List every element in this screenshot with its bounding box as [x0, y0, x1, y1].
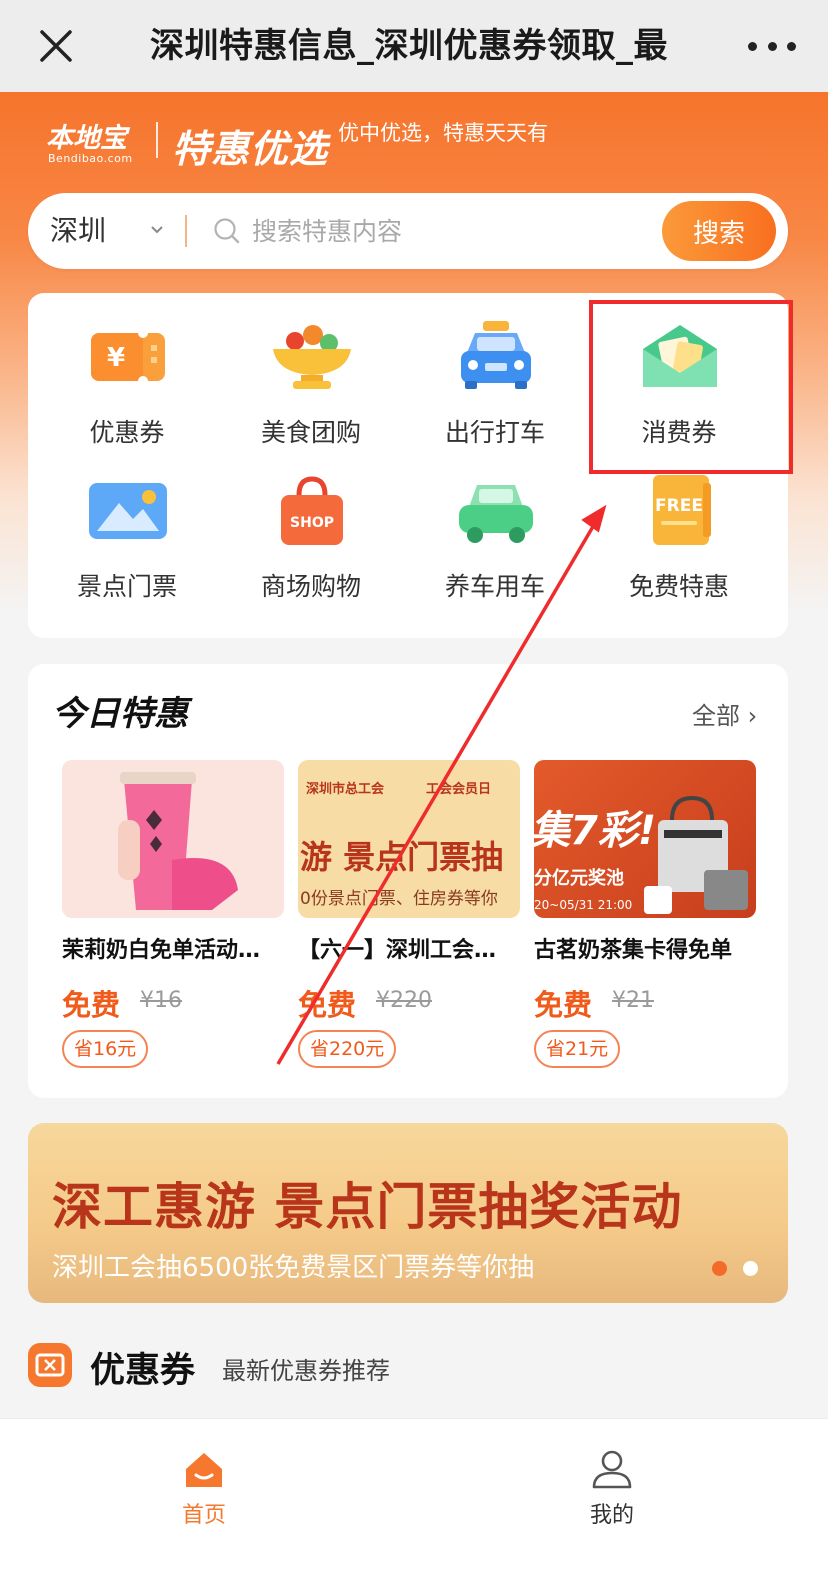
deal-image-text: 游 景点门票抽	[300, 838, 504, 876]
deal-image-text: 0份景点门票、住房券等你	[300, 889, 498, 909]
category-taxi[interactable]: 出行打车	[410, 299, 580, 449]
city-selector[interactable]: 深圳	[50, 211, 106, 251]
taxi-icon	[461, 321, 531, 389]
today-deals-section: 今日特惠 全部 › 茉莉奶白免单活动… 免费 ¥16 省16元 深圳市总工会 工…	[28, 664, 788, 1098]
svg-text:¥: ¥	[107, 343, 125, 373]
deal-image-text: 20~05/31 21:00	[534, 898, 633, 912]
deal-original-price: ¥220	[376, 988, 432, 1013]
milk-tea-cup-icon	[118, 772, 238, 910]
tab-home[interactable]: 首页	[144, 1447, 264, 1537]
deal-original-price: ¥21	[612, 988, 654, 1013]
deal-image-text: 分亿元奖池	[534, 868, 624, 889]
deal-savings-badge: 省220元	[298, 1030, 397, 1068]
deal-savings-badge: 省16元	[62, 1030, 149, 1068]
deal-image-text: 集7彩!	[534, 808, 657, 854]
category-food[interactable]: 美食团购	[226, 299, 396, 449]
search-divider	[185, 215, 187, 247]
search-button[interactable]: 搜索	[662, 201, 776, 261]
category-label: 景点门票	[76, 572, 177, 601]
deal-price: 免费	[534, 988, 593, 1022]
free-icon: FREE	[653, 475, 711, 545]
category-free[interactable]: FREE 免费特惠	[594, 453, 764, 603]
bottom-tab-bar: 首页 我的	[0, 1418, 828, 1592]
brand-title: 特惠优选	[172, 127, 329, 171]
section-title: 今日特惠	[52, 694, 188, 734]
deal-image: 集7彩! 分亿元奖池 20~05/31 21:00	[534, 760, 756, 918]
category-label: 美食团购	[260, 418, 361, 447]
svg-text:FREE: FREE	[655, 496, 703, 516]
search-input[interactable]	[252, 211, 632, 251]
scenic-ticket-icon	[89, 483, 167, 539]
deal-original-price: ¥16	[140, 988, 182, 1013]
deal-card[interactable]: 集7彩! 分亿元奖池 20~05/31 21:00 古茗奶茶集卡得免单 免费 ¥…	[534, 760, 756, 1080]
coupon-icon: ¥	[91, 328, 165, 386]
nav-bar: 深圳特惠信息_深圳优惠券领取_最	[0, 0, 828, 92]
chevron-right-icon: ›	[747, 702, 758, 730]
category-car-service[interactable]: 养车用车	[410, 453, 580, 603]
car-icon	[459, 485, 533, 543]
deal-image-text: 深圳市总工会	[306, 782, 385, 797]
category-label: 养车用车	[444, 572, 545, 601]
food-bowl-icon	[273, 325, 351, 389]
section-subtitle: 最新优惠券推荐	[222, 1357, 390, 1385]
coupon-section-icon	[28, 1343, 72, 1387]
deal-image: 深圳市总工会 工会会员日 游 景点门票抽 0份景点门票、住房券等你	[298, 760, 520, 918]
deal-savings-badge: 省21元	[534, 1030, 621, 1068]
carousel-dot-active	[712, 1261, 727, 1276]
more-icon[interactable]	[748, 38, 796, 54]
search-bar: 深圳 搜索	[28, 193, 788, 269]
tab-mine[interactable]: 我的	[552, 1447, 672, 1537]
category-coupon[interactable]: ¥ 优惠券	[42, 299, 212, 449]
deal-price: 免费	[62, 988, 121, 1022]
logo-subtext: Bendibao.com	[48, 152, 133, 165]
promo-banner[interactable]: 深工惠游 景点门票抽奖活动 深圳工会抽6500张免费景区门票券等你抽	[28, 1123, 788, 1303]
tab-label: 我的	[589, 1503, 634, 1528]
section-title: 优惠券	[90, 1351, 196, 1391]
svg-text:SHOP: SHOP	[290, 515, 334, 531]
view-all-link[interactable]: 全部 ›	[692, 696, 757, 731]
category-label: 优惠券	[89, 418, 165, 447]
carousel-dot	[743, 1261, 758, 1276]
logo-divider	[156, 122, 158, 158]
page-title: 深圳特惠信息_深圳优惠券领取_最	[150, 26, 668, 66]
gift-prizes-icon	[644, 795, 748, 914]
category-label: 免费特惠	[628, 572, 729, 601]
deal-title: 茉莉奶白免单活动…	[62, 938, 261, 963]
slogan: 优中优选，特惠天天有	[338, 121, 548, 145]
close-icon[interactable]	[38, 28, 74, 64]
home-icon	[186, 1453, 222, 1487]
shopping-bag-icon: SHOP	[281, 476, 343, 545]
chevron-down-icon[interactable]	[150, 223, 164, 237]
tab-label: 首页	[181, 1503, 226, 1528]
category-scenic-ticket[interactable]: 景点门票	[42, 453, 212, 603]
category-label: 商场购物	[260, 572, 361, 601]
deal-image	[62, 760, 284, 918]
logo: 本地宝	[46, 123, 127, 154]
deal-image-text: 工会会员日	[426, 782, 492, 797]
user-icon	[592, 1450, 632, 1489]
category-shopping[interactable]: SHOP 商场购物	[226, 453, 396, 603]
deal-card[interactable]: 茉莉奶白免单活动… 免费 ¥16 省16元	[62, 760, 284, 1080]
deal-title: 【六一】深圳工会…	[298, 938, 497, 963]
banner-title: 深工惠游 景点门票抽奖活动	[52, 1178, 683, 1236]
view-all-label: 全部	[692, 702, 740, 730]
deal-price: 免费	[298, 988, 357, 1022]
banner-subtitle: 深圳工会抽6500张免费景区门票券等你抽	[52, 1253, 535, 1283]
deal-card[interactable]: 深圳市总工会 工会会员日 游 景点门票抽 0份景点门票、住房券等你 【六一】深圳…	[298, 760, 520, 1080]
category-label: 出行打车	[444, 418, 545, 447]
carousel-indicator	[712, 1261, 762, 1277]
annotation-highlight-box	[589, 300, 793, 474]
search-icon	[214, 218, 240, 244]
deal-title: 古茗奶茶集卡得免单	[534, 938, 733, 963]
